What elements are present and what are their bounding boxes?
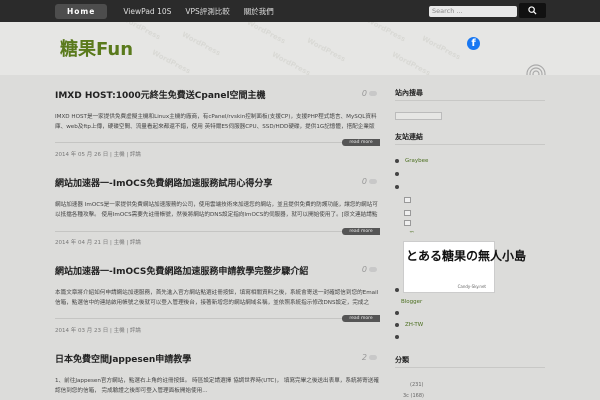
link-zh-tw[interactable]: ZH-TW: [395, 322, 423, 328]
link-item[interactable]: [395, 334, 405, 340]
read-more-button[interactable]: read more: [342, 139, 380, 146]
read-more-button[interactable]: read more: [342, 228, 380, 235]
post-list: IMXD HOST:1000元終生免費送Cpanel空間主機 0 IMXD HO…: [0, 75, 388, 400]
post-item: 日本免費空間Jappesen申請教學 2 1、前往Jappesen官方網站，點選…: [55, 352, 380, 396]
watermark-text: WordPress: [245, 22, 287, 46]
banner-text: とある糖果の無人小島: [406, 249, 527, 263]
link-item[interactable]: [395, 171, 405, 177]
bullet-icon: [395, 310, 399, 315]
comment-count[interactable]: 0: [362, 265, 377, 274]
bullet-icon: [395, 171, 399, 176]
comment-count[interactable]: 0: [362, 177, 377, 186]
post-title[interactable]: 網站加速器一-ImOCS免費網路加速服務試用心得分享: [55, 176, 355, 189]
post-title[interactable]: 日本免費空間Jappesen申請教學: [55, 352, 355, 365]
bullet-icon: [395, 184, 399, 189]
widget-divider: [395, 367, 545, 368]
post-excerpt: 網站加速器 ImOCS是一家提供免費網站加速服務的公司，使用雲端技術來加速您的網…: [55, 202, 378, 218]
main-menu: Home ViewPad 10S VPS評測比較 關於我們: [55, 2, 288, 20]
category-item[interactable]: (231): [410, 382, 423, 388]
bullet-icon: [395, 287, 399, 292]
post-meta: 2014 年 04 月 21 日 | 主機 | 評論: [55, 240, 141, 246]
watermark-text: WordPress: [150, 48, 192, 75]
post-item: IMXD HOST:1000元終生免費送Cpanel空間主機 0 IMXD HO…: [55, 88, 380, 158]
post-excerpt: IMXD HOST是一家提供免費虛擬主機和Linux主機的廠商，有cPanel/…: [55, 114, 377, 130]
top-navigation-bar: Home ViewPad 10S VPS評測比較 關於我們 Search ...: [0, 0, 600, 22]
blog-banner-image[interactable]: とある糖果の無人小島 Candy-Sky.net: [403, 241, 526, 293]
banner-subtext: Candy-Sky.net: [457, 284, 486, 289]
comment-count[interactable]: 0: [362, 89, 377, 98]
nav-home[interactable]: Home: [55, 3, 108, 19]
category-item[interactable]: 3c (168): [403, 393, 424, 399]
sidebar: 站內搜尋 友站連結 Graybee ™ とある糖果の無人小島 Candy-Sky…: [395, 75, 600, 400]
watermark-text: WordPress: [420, 34, 462, 62]
bullet-icon: [395, 334, 399, 339]
sidebar-search-input[interactable]: [395, 112, 442, 120]
widget-divider: [395, 100, 545, 101]
widget-divider: [395, 144, 545, 145]
post-divider: [55, 318, 380, 319]
comment-bubble-icon: [369, 179, 377, 184]
link-item[interactable]: [404, 197, 411, 203]
link-item[interactable]: ™: [409, 231, 415, 237]
widget-title-links: 友站連結: [395, 133, 423, 141]
site-title[interactable]: 糖果Fun: [60, 35, 133, 61]
post-excerpt: 1、前往Jappesen官方網站，點選右上角的註冊按鈕。 時區設定請選擇 協調世…: [55, 378, 379, 394]
post-item: 網站加速器一-ImOCS免費網路加速服務試用心得分享 0 網站加速器 ImOCS…: [55, 176, 380, 246]
rss-icon: [526, 64, 546, 75]
comment-count[interactable]: 2: [362, 353, 377, 362]
watermark-text: WordPress: [305, 36, 347, 64]
nav-vps[interactable]: VPS評測比較: [185, 6, 229, 17]
bullet-icon: [395, 322, 399, 327]
post-excerpt: 本篇文章將介紹如何申請網站加速服務，首先進入官方網站點選註冊按鈕，填寫相關資料之…: [55, 290, 379, 306]
link-blogger[interactable]: Blogger: [401, 299, 422, 305]
watermark-text: WordPress: [365, 22, 407, 44]
read-more-button[interactable]: read more: [342, 315, 380, 322]
widget-title-search: 站內搜尋: [395, 89, 423, 97]
link-item[interactable]: [395, 310, 405, 316]
link-item[interactable]: [395, 184, 405, 190]
search-icon: [528, 6, 537, 15]
post-divider: [55, 142, 380, 143]
facebook-icon[interactable]: f: [467, 37, 480, 50]
watermark-text: WordPress: [180, 30, 222, 58]
nav-about[interactable]: 關於我們: [244, 6, 274, 17]
search-button[interactable]: [519, 3, 546, 18]
post-meta: 2014 年 05 月 26 日 | 主機 | 評論: [55, 152, 141, 158]
post-meta: 2014 年 03 月 23 日 | 主機 | 評論: [55, 328, 141, 334]
post-item: 網站加速器一-ImOCS免費網路加速服務申請教學完整步驟介紹 0 本篇文章將介紹…: [55, 264, 380, 334]
comment-bubble-icon: [369, 355, 377, 360]
post-title[interactable]: IMXD HOST:1000元終生免費送Cpanel空間主機: [55, 88, 355, 101]
post-divider: [55, 231, 380, 232]
link-graybee[interactable]: Graybee: [395, 158, 428, 164]
comment-bubble-icon: [369, 267, 377, 272]
widget-title-categories: 分類: [395, 356, 409, 364]
nav-viewpad[interactable]: ViewPad 10S: [123, 7, 171, 16]
search-input[interactable]: Search ...: [429, 6, 517, 17]
watermark-text: WordPress: [270, 50, 312, 75]
link-item[interactable]: [404, 220, 411, 226]
post-title[interactable]: 網站加速器一-ImOCS免費網路加速服務申請教學完整步驟介紹: [55, 264, 355, 277]
comment-bubble-icon: [369, 91, 377, 96]
bullet-icon: [395, 158, 399, 163]
watermark-text: WordPress: [390, 50, 432, 75]
link-item[interactable]: [395, 287, 405, 293]
site-header: WordPress WordPress WordPress WordPress …: [0, 22, 600, 75]
link-item[interactable]: [404, 210, 411, 216]
